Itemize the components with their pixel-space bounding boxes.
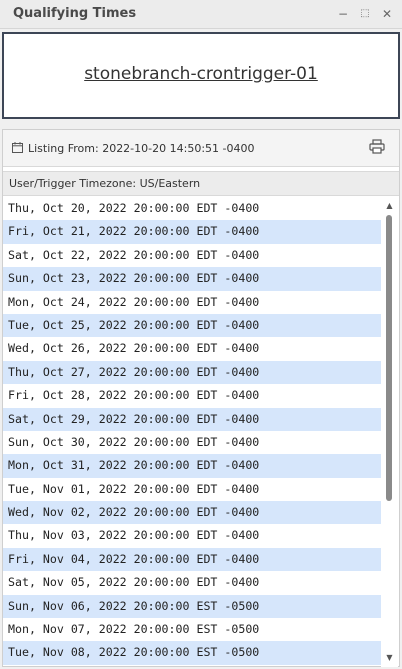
list-item: Tue, Nov 08, 2022 20:00:00 EST -0500 <box>3 641 381 665</box>
scroll-thumb[interactable] <box>386 215 392 501</box>
listing-header: Listing From: 2022-10-20 14:50:51 -0400 <box>3 130 399 167</box>
list-item: Tue, Oct 25, 2022 20:00:00 EDT -0400 <box>3 313 381 338</box>
listing-from-label: Listing From: 2022-10-20 14:50:51 -0400 <box>28 142 255 155</box>
list-item: Sat, Oct 29, 2022 20:00:00 EDT -0400 <box>3 407 381 431</box>
list-item: Thu, Oct 20, 2022 20:00:00 EDT -0400 <box>8 201 260 215</box>
list-item: Thu, Nov 03, 2022 20:00:00 EDT -0400 <box>8 528 260 543</box>
scroll-down-icon[interactable]: ▼ <box>381 651 398 665</box>
print-icon[interactable] <box>369 139 385 154</box>
list-item: Thu, Oct 27, 2022 20:00:00 EDT -0400 <box>3 360 381 385</box>
close-icon[interactable]: ✕ <box>378 4 396 24</box>
list-item: Sat, Oct 22, 2022 20:00:00 EDT -0400 <box>8 247 260 262</box>
list-item: Fri, Oct 21, 2022 20:00:00 EDT -0400 <box>3 220 381 244</box>
list-item: Mon, Nov 07, 2022 20:00:00 EST -0500 <box>8 622 260 637</box>
panel-header: Qualifying Times − ⬚ ✕ <box>0 0 402 29</box>
list-item: Sat, Nov 05, 2022 20:00:00 EDT -0400 <box>8 575 260 590</box>
trigger-card: stonebranch-crontrigger-01 <box>2 32 400 119</box>
list-item: Mon, Oct 31, 2022 20:00:00 EDT -0400 <box>3 454 381 478</box>
list-item: Fri, Nov 04, 2022 20:00:00 EDT -0400 <box>3 547 381 572</box>
timezone-bar: User/Trigger Timezone: US/Eastern <box>3 171 399 196</box>
list-item: Fri, Oct 28, 2022 20:00:00 EDT -0400 <box>8 388 260 403</box>
qualifying-times-list: Thu, Oct 20, 2022 20:00:00 EDT -0400 Fri,… <box>3 197 399 667</box>
list-item: Mon, Oct 24, 2022 20:00:00 EDT -0400 <box>8 294 260 309</box>
list-item: Wed, Nov 02, 2022 20:00:00 EDT -0400 <box>3 501 381 525</box>
list-item: Sun, Oct 30, 2022 20:00:00 EDT -0400 <box>8 434 260 449</box>
minimize-icon[interactable]: − <box>334 4 352 24</box>
scroll-up-icon[interactable]: ▲ <box>381 199 398 213</box>
timezone-label: User/Trigger Timezone: US/Eastern <box>9 177 201 190</box>
trigger-name-link[interactable]: stonebranch-crontrigger-01 <box>4 64 398 84</box>
list-item: Tue, Nov 01, 2022 20:00:00 EDT -0400 <box>8 481 260 496</box>
list-item: Sun, Oct 23, 2022 20:00:00 EDT -0400 <box>3 267 381 291</box>
panel-title: Qualifying Times <box>13 6 137 21</box>
calendar-icon <box>12 142 23 153</box>
listing-panel: Listing From: 2022-10-20 14:50:51 -0400 … <box>2 129 400 667</box>
maximize-icon[interactable]: ⬚ <box>356 4 374 24</box>
list-item: Sun, Nov 06, 2022 20:00:00 EST -0500 <box>3 594 381 619</box>
scrollbar[interactable]: ▲ ▼ <box>381 197 398 667</box>
list-item: Wed, Oct 26, 2022 20:00:00 EDT -0400 <box>8 341 260 356</box>
